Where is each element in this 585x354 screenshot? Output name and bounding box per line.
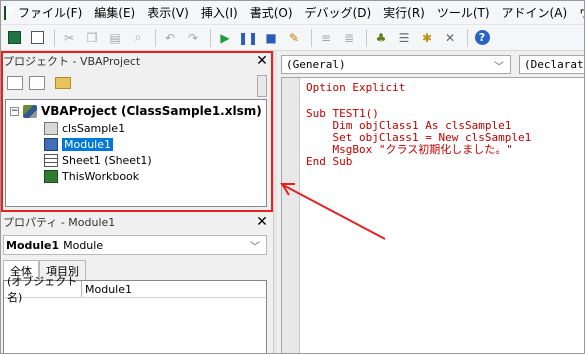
menu-run[interactable]: 実行(R) (377, 2, 431, 24)
project-explorer-title: プロジェクト - VBAProject (3, 54, 141, 68)
close-icon[interactable]: ✕ (255, 54, 269, 68)
vbe-window: ファイル(F) 編集(E) 表示(V) 挿入(I) 書式(O) デバッグ(D) … (0, 0, 585, 354)
view-object-icon[interactable] (29, 76, 45, 90)
menu-debug[interactable]: デバッグ(D) (299, 2, 378, 24)
chevron-down-icon[interactable]: ﹀ (250, 238, 260, 253)
chevron-down-icon[interactable]: ﹀ (494, 58, 504, 73)
reset-icon[interactable]: ■ (261, 28, 281, 48)
toolbar-separator (155, 28, 156, 47)
run-icon[interactable]: ▶ (215, 28, 235, 48)
code-margin[interactable] (282, 78, 300, 353)
indent-icon[interactable]: ≡ (316, 28, 336, 48)
project-explorer-titlebar: プロジェクト - VBAProject ✕ (1, 51, 273, 70)
tree-item-label: ThisWorkbook (62, 169, 140, 183)
menu-insert[interactable]: 挿入(I) (195, 2, 244, 24)
standard-toolbar: ✂ ❐ ▤ ⌕ ↶ ↷ ▶ ❚❚ ■ ✎ ≡ ≣ ♣ ☰ ✱ ✕ ? (1, 25, 584, 51)
menu-window[interactable]: ウ (573, 2, 584, 24)
menu-edit[interactable]: 編集(E) (88, 2, 141, 24)
worksheet-icon (44, 153, 58, 167)
toolbar-separator (54, 28, 55, 47)
code-token: End Sub (306, 155, 353, 168)
pane-scrollbar[interactable] (257, 75, 267, 97)
project-explorer-icon[interactable]: ♣ (371, 28, 391, 48)
excel-view-icon[interactable] (4, 28, 24, 48)
object-browser-icon[interactable]: ✱ (417, 28, 437, 48)
copy-icon[interactable]: ❐ (82, 28, 102, 48)
tree-item-clssample1[interactable]: clsSample1 (44, 120, 125, 136)
close-icon[interactable]: ✕ (255, 215, 269, 229)
tree-item-module1[interactable]: Module1 (44, 136, 113, 152)
view-code-icon[interactable] (7, 76, 23, 90)
menu-tools[interactable]: ツール(T) (431, 2, 496, 24)
menu-view[interactable]: 表示(V) (141, 2, 195, 24)
excel-app-icon[interactable] (4, 5, 15, 20)
tree-item-label: clsSample1 (62, 121, 126, 135)
insert-userform-icon[interactable] (27, 28, 47, 48)
toolbar-separator (311, 28, 312, 47)
procedure-combo-value: (Declarati (524, 58, 585, 71)
code-editor[interactable]: Option Explicit Sub TEST1() Dim objClass1… (281, 77, 584, 353)
workbook-icon (44, 169, 58, 183)
object-select[interactable]: Module1 Module ﹀ (3, 235, 267, 255)
tree-root-label: VBAProject (ClassSample1.xlsm) (41, 104, 262, 118)
tree-item-label: Sheet1 (Sheet1) (62, 153, 152, 167)
tree-root[interactable]: − VBAProject (ClassSample1.xlsm) (10, 103, 262, 119)
toolbar-separator (366, 28, 367, 47)
menu-bar: ファイル(F) 編集(E) 表示(V) 挿入(I) 書式(O) デバッグ(D) … (1, 1, 584, 25)
code-line[interactable]: Option Explicit (306, 82, 405, 94)
property-row[interactable]: (オブジェクト名) Module1 (4, 275, 266, 304)
class-module-icon (44, 121, 58, 135)
outdent-icon[interactable]: ≣ (339, 28, 359, 48)
property-grid: (オブジェクト名) Module1 (3, 275, 267, 353)
code-line[interactable]: End Sub (306, 156, 352, 168)
design-mode-icon[interactable]: ✎ (284, 28, 304, 48)
project-explorer: プロジェクト - VBAProject ✕ − VBAProject (Clas… (1, 51, 273, 210)
undo-icon[interactable]: ↶ (160, 28, 180, 48)
vba-project-icon (23, 104, 37, 118)
properties-titlebar: プロパティ - Module1 ✕ (1, 212, 273, 231)
menu-format[interactable]: 書式(O) (244, 2, 299, 24)
paste-icon[interactable]: ▤ (105, 28, 125, 48)
collapse-icon[interactable]: − (10, 106, 19, 116)
object-type: Module (63, 238, 104, 252)
property-key: (オブジェクト名) (4, 275, 82, 304)
toggle-folders-icon[interactable] (55, 77, 71, 89)
tree-item-label: Module1 (62, 137, 113, 151)
toolbar-separator (467, 28, 468, 47)
standard-module-icon (44, 137, 58, 151)
code-window: (General) ﹀ (Declarati Option Explicit Su… (277, 51, 585, 353)
left-dock: プロジェクト - VBAProject ✕ − VBAProject (Clas… (1, 51, 273, 353)
toolbar-separator (210, 28, 211, 47)
code-token: Option Explicit (306, 81, 406, 94)
project-explorer-toolbar (1, 70, 273, 96)
redo-icon[interactable]: ↷ (183, 28, 203, 48)
object-name: Module1 (6, 238, 60, 252)
tree-item-sheet1[interactable]: Sheet1 (Sheet1) (44, 152, 152, 168)
find-icon[interactable]: ⌕ (128, 28, 148, 48)
toolbox-icon[interactable]: ✕ (440, 28, 460, 48)
properties-window-icon[interactable]: ☰ (394, 28, 414, 48)
project-tree: − VBAProject (ClassSample1.xlsm) clsSamp… (5, 99, 267, 207)
properties-window: プロパティ - Module1 ✕ Module1 Module ﹀ 全体 項目… (1, 212, 273, 353)
property-value[interactable]: Module1 (82, 283, 132, 296)
properties-title: プロパティ - Module1 (3, 215, 116, 229)
cut-icon[interactable]: ✂ (59, 28, 79, 48)
menu-addins[interactable]: アドイン(A) (496, 2, 574, 24)
object-combo-value: (General) (286, 58, 346, 71)
break-icon[interactable]: ❚❚ (238, 28, 258, 48)
object-combo[interactable]: (General) ﹀ (281, 55, 511, 74)
help-icon[interactable]: ? (472, 28, 492, 48)
menu-file[interactable]: ファイル(F) (12, 2, 88, 24)
tree-item-thisworkbook[interactable]: ThisWorkbook (44, 168, 139, 184)
procedure-combo[interactable]: (Declarati (519, 55, 585, 74)
code-token: "クラス初期化しました。" (378, 143, 513, 156)
